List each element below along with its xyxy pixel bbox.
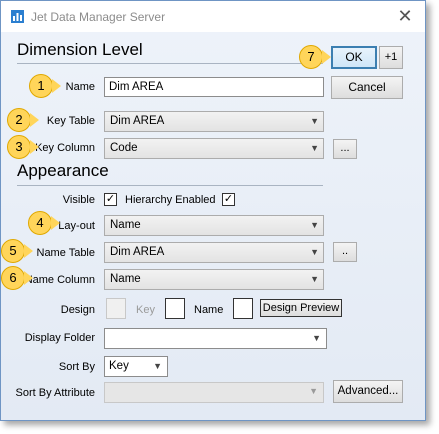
sort-by-label: Sort By [58, 361, 95, 373]
dimension-level-divider [17, 63, 323, 64]
chevron-down-icon: ▼ [310, 247, 319, 257]
callout-pointer-2 [30, 113, 39, 127]
sort-by-value: Key [109, 360, 129, 372]
key-column-browse-button[interactable]: ... [333, 139, 357, 159]
callout-pointer-7 [322, 50, 331, 64]
chevron-down-icon: ▼ [310, 274, 319, 284]
key-table-select[interactable]: Dim AREA ▼ [104, 111, 324, 132]
name-table-label: Name Table [36, 247, 96, 259]
hierarchy-enabled-checkbox[interactable]: ✓ [222, 193, 235, 206]
design-name-swatch[interactable] [233, 298, 253, 319]
callout-badge-6: 6 [1, 266, 25, 290]
callout-pointer-6 [24, 271, 33, 285]
chevron-down-icon: ▼ [309, 386, 318, 396]
chevron-down-icon: ▼ [312, 333, 321, 343]
chevron-down-icon: ▼ [310, 143, 319, 153]
design-name-label: Name [194, 304, 224, 316]
name-table-value: Dim AREA [110, 246, 165, 258]
key-column-select[interactable]: Code ▼ [104, 138, 324, 159]
sort-by-select[interactable]: Key ▼ [104, 356, 168, 377]
visible-checkbox[interactable]: ✓ [104, 193, 117, 206]
layout-select[interactable]: Name ▼ [104, 215, 324, 236]
chevron-down-icon: ▼ [310, 116, 319, 126]
design-preview-button[interactable]: Design Preview [260, 299, 342, 317]
callout-pointer-5 [24, 244, 33, 258]
window-title: Jet Data Manager Server [31, 10, 166, 24]
display-folder-label: Display Folder [24, 332, 95, 344]
key-table-label: Key Table [46, 115, 95, 127]
design-label: Design [60, 304, 95, 316]
name-table-browse-button[interactable]: .. [333, 242, 357, 262]
callout-badge-1: 1 [29, 74, 53, 98]
appearance-heading: Appearance [17, 161, 109, 180]
name-column-select[interactable]: Name ▼ [104, 269, 324, 290]
dialog-window: Jet Data Manager Server ✕ Dimension Leve… [0, 0, 426, 421]
design-key-swatch[interactable] [165, 298, 185, 319]
name-input[interactable]: Dim AREA [104, 77, 324, 97]
key-column-value: Code [110, 142, 138, 154]
key-column-label: Key Column [35, 142, 95, 154]
appearance-divider [17, 185, 323, 186]
sort-by-attribute-select: ▼ [104, 382, 324, 403]
callout-badge-2: 2 [7, 108, 31, 132]
hierarchy-enabled-label: Hierarchy Enabled [125, 194, 216, 206]
key-table-value: Dim AREA [110, 115, 165, 127]
design-swatch-disabled [106, 298, 126, 319]
advanced-button[interactable]: Advanced... [333, 380, 403, 403]
callout-pointer-3 [30, 140, 39, 154]
app-icon [11, 10, 24, 23]
chevron-down-icon: ▼ [153, 361, 162, 371]
name-column-value: Name [110, 273, 141, 285]
display-folder-select[interactable]: ▼ [104, 328, 327, 349]
layout-value: Name [110, 219, 141, 231]
plus-one-button[interactable]: +1 [379, 46, 403, 69]
sort-by-attribute-label: Sort By Attribute [15, 387, 95, 399]
name-table-select[interactable]: Dim AREA ▼ [104, 242, 324, 263]
callout-badge-3: 3 [7, 135, 31, 159]
close-icon[interactable]: ✕ [393, 5, 417, 27]
callout-badge-7: 7 [299, 45, 323, 69]
callout-pointer-4 [51, 216, 60, 230]
visible-label: Visible [62, 194, 95, 206]
callout-badge-4: 4 [28, 211, 52, 235]
cancel-button[interactable]: Cancel [331, 76, 403, 99]
design-key-label: Key [136, 304, 155, 316]
chevron-down-icon: ▼ [310, 220, 319, 230]
ok-button[interactable]: OK [331, 46, 377, 69]
title-bar[interactable]: Jet Data Manager Server ✕ [1, 1, 425, 32]
callout-pointer-1 [52, 79, 61, 93]
callout-badge-5: 5 [1, 239, 25, 263]
dimension-level-heading: Dimension Level [17, 40, 143, 59]
